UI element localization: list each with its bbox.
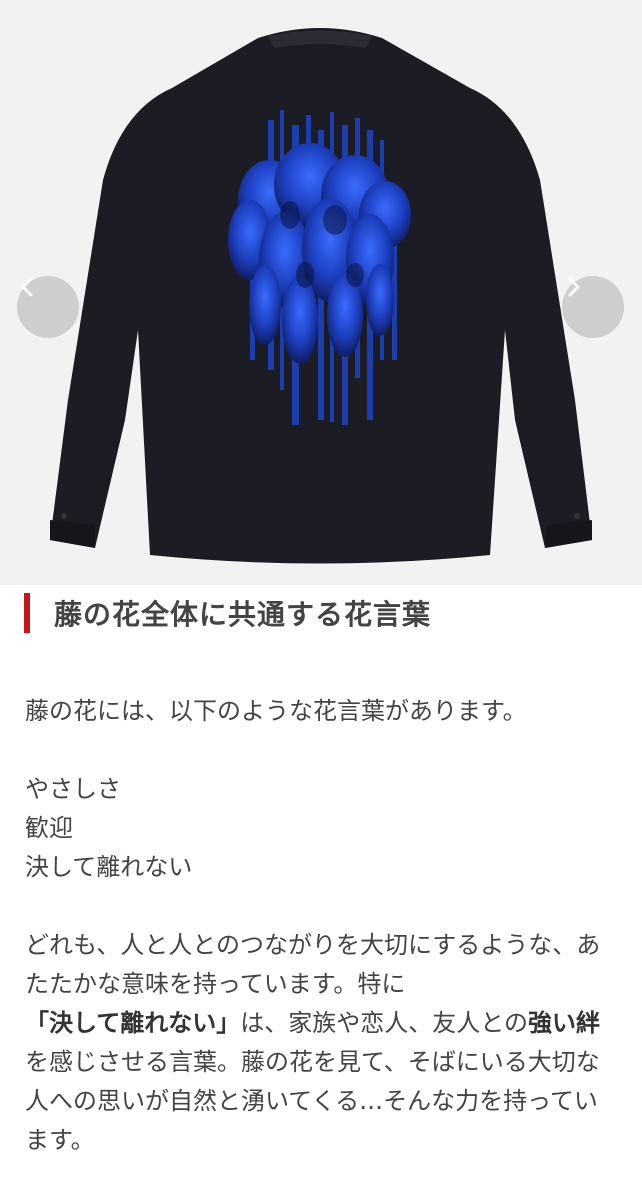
paragraph-text: は、家族や恋人、友人との bbox=[240, 1009, 529, 1037]
product-image bbox=[50, 28, 592, 564]
list-item: 決して離れない bbox=[25, 853, 193, 881]
description-paragraph: どれも、人と人とのつながりを大切にするような、あたたかな意味を持っています。特に… bbox=[25, 926, 615, 1160]
list-item: 歓迎 bbox=[25, 814, 73, 842]
chevron-left-icon bbox=[21, 277, 33, 297]
heading-accent-bar bbox=[24, 593, 30, 633]
emphasis-strong-bond: 強い絆 bbox=[528, 1009, 601, 1037]
paragraph-text: どれも、人と人とのつながりを大切にするような、あたたかな意味を持っています。特に bbox=[25, 931, 601, 998]
paragraph-text: を感じさせる言葉。藤の花を見て、そばにいる大切な人への思いが自然と湧いてくる…そ… bbox=[25, 1048, 600, 1154]
carousel-prev-button[interactable] bbox=[17, 276, 79, 338]
section-heading-text: 藤の花全体に共通する花言葉 bbox=[54, 598, 432, 631]
intro-text: 藤の花には、以下のような花言葉があります。 bbox=[25, 697, 527, 725]
emphasis-never-apart: 「決して離れない」 bbox=[25, 1009, 241, 1037]
article-body: 藤の花には、以下のような花言葉があります。 やさしさ 歓迎 決して離れない どれ… bbox=[25, 692, 615, 1160]
chevron-right-icon bbox=[568, 277, 580, 297]
section-heading: 藤の花全体に共通する花言葉 bbox=[24, 592, 624, 634]
product-image-carousel bbox=[0, 0, 642, 585]
list-item: やさしさ bbox=[25, 775, 121, 803]
flower-meanings-list: やさしさ 歓迎 決して離れない bbox=[25, 770, 615, 887]
carousel-next-button[interactable] bbox=[562, 276, 624, 338]
